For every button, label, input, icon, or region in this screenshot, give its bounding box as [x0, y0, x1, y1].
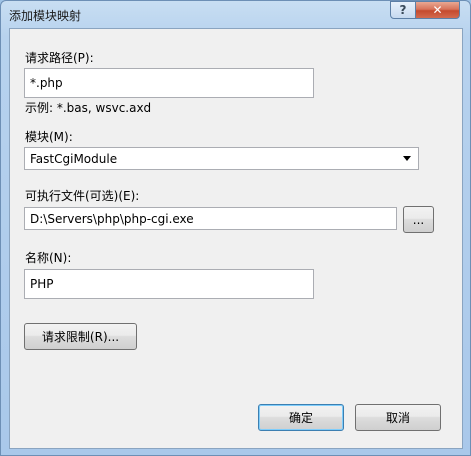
- help-button[interactable]: ?: [390, 1, 416, 19]
- request-path-example: 示例: *.bas, wsvc.axd: [25, 101, 152, 115]
- executable-input[interactable]: D:\Servers\php\php-cgi.exe: [24, 207, 397, 230]
- close-icon: ✕: [432, 3, 443, 17]
- browse-button[interactable]: ...: [403, 206, 434, 233]
- chevron-down-icon: [403, 156, 411, 161]
- name-input[interactable]: PHP: [24, 269, 314, 299]
- help-icon: ?: [399, 3, 407, 17]
- request-restrictions-button[interactable]: 请求限制(R)...: [24, 323, 137, 350]
- request-restrictions-label: 请求限制(R)...: [41, 330, 120, 344]
- module-select[interactable]: FastCgiModule: [24, 147, 419, 170]
- module-selected-value: FastCgiModule: [30, 151, 118, 166]
- dialog-body: 请求路径(P): *.php 示例: *.bas, wsvc.axd 模块(M)…: [9, 28, 463, 449]
- browse-button-label: ...: [412, 212, 425, 227]
- request-path-value: *.php: [30, 76, 63, 90]
- name-label: 名称(N):: [25, 251, 72, 265]
- ok-button[interactable]: 确定: [258, 404, 344, 431]
- cancel-button-label: 取消: [385, 411, 410, 425]
- dialog-title: 添加模块映射: [9, 9, 82, 23]
- request-path-input[interactable]: *.php: [24, 68, 314, 98]
- request-path-label: 请求路径(P):: [25, 51, 94, 65]
- ok-button-label: 确定: [288, 411, 313, 425]
- dialog-window: 添加模块映射 ? ✕ 请求路径(P): *.php 示例: *.bas, wsv…: [0, 0, 471, 456]
- close-button[interactable]: ✕: [415, 1, 460, 19]
- module-label: 模块(M):: [25, 130, 73, 144]
- executable-label: 可执行文件(可选)(E):: [25, 189, 140, 203]
- executable-value: D:\Servers\php\php-cgi.exe: [30, 211, 194, 226]
- name-value: PHP: [30, 277, 54, 291]
- cancel-button[interactable]: 取消: [355, 404, 441, 431]
